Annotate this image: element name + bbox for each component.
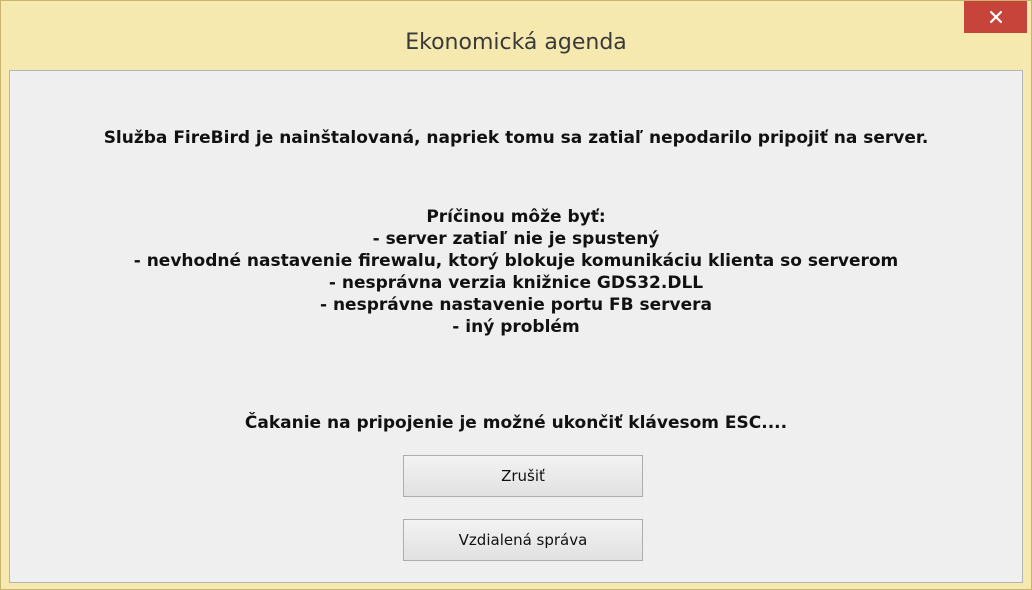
remote-management-button[interactable]: Vzdialená správa (403, 519, 643, 561)
cancel-button[interactable]: Zrušiť (403, 455, 643, 497)
connection-error-message: Služba FireBird je nainštalovaná, naprie… (103, 128, 929, 148)
close-button[interactable] (964, 1, 1027, 33)
window-title: Ekonomická agenda (405, 30, 627, 55)
cause-item: - iný problém (452, 317, 580, 337)
dialog-window: Ekonomická agenda Služba FireBird je nai… (0, 0, 1032, 590)
cause-item: - nesprávne nastavenie portu FB servera (319, 295, 713, 315)
cause-item: - nesprávna verzia knižnice GDS32.DLL (328, 273, 704, 293)
cause-item: - server zatiaľ nie je spustený (372, 229, 660, 249)
wait-message: Čakanie na pripojenie je možné ukončiť k… (244, 413, 788, 433)
causes-list: Príčinou môže byť: - server zatiaľ nie j… (10, 206, 1022, 338)
dialog-content: Služba FireBird je nainštalovaná, naprie… (9, 70, 1023, 583)
close-icon (989, 10, 1002, 24)
cause-item: - nevhodné nastavenie firewalu, ktorý bl… (133, 251, 899, 271)
causes-heading: Príčinou môže byť: (426, 207, 606, 227)
